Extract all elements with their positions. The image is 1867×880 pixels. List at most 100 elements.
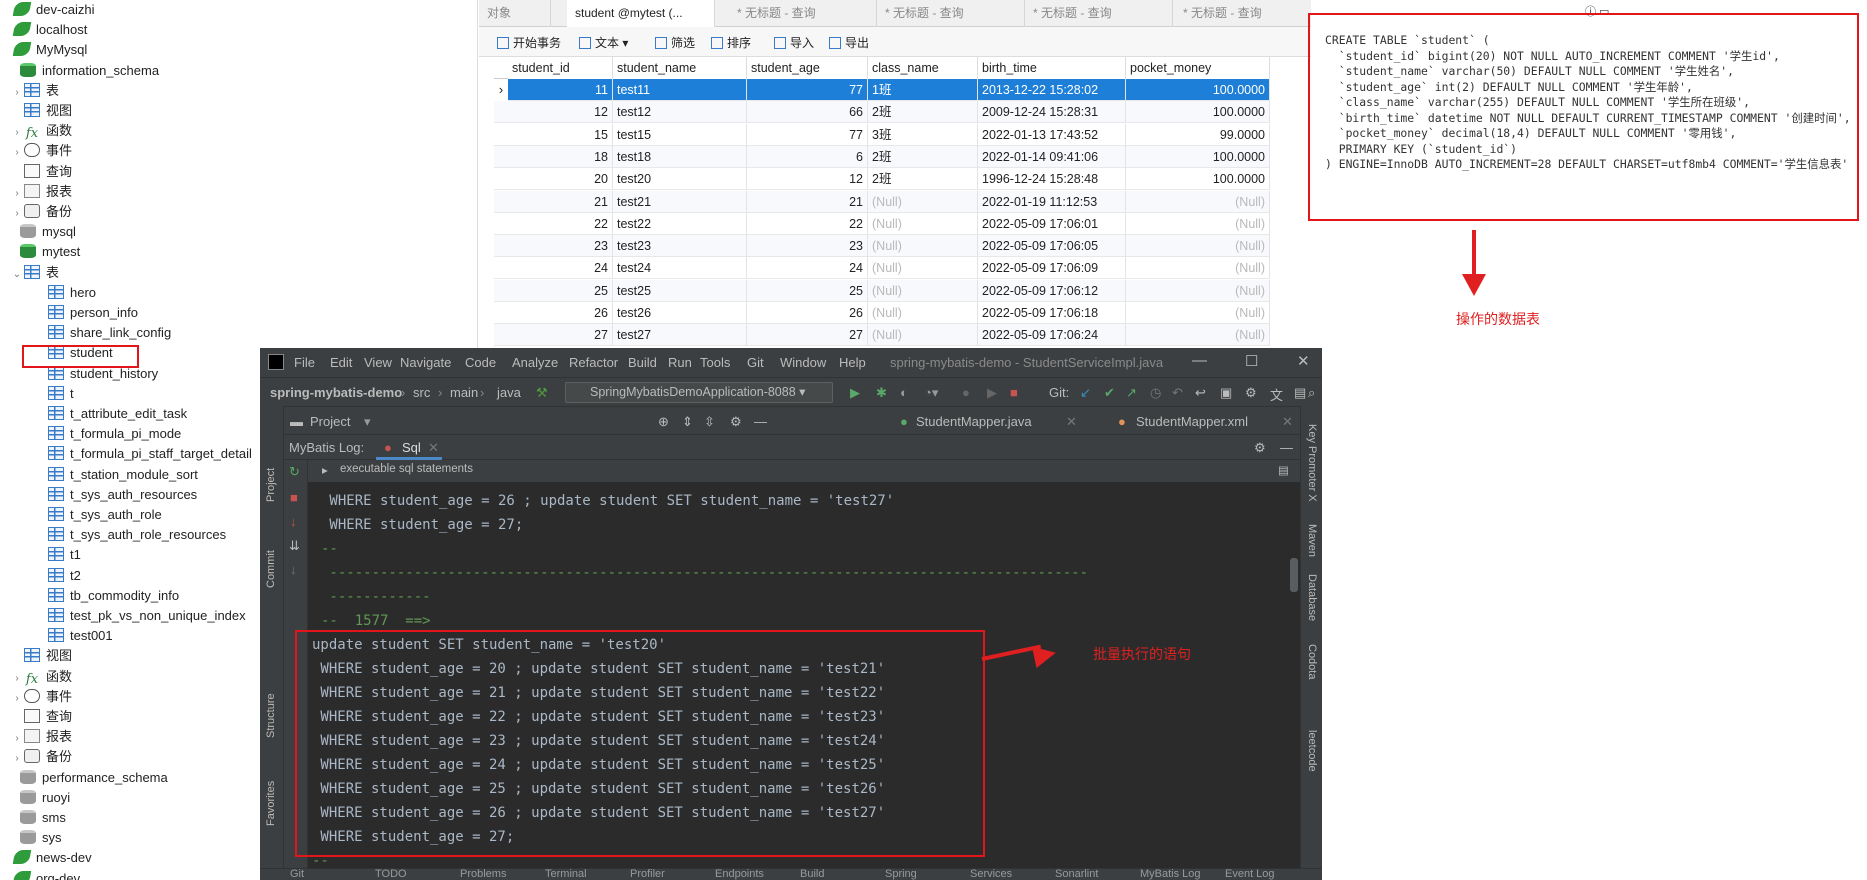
console-scrollbar[interactable] [1290, 558, 1298, 592]
arrow-down-icon[interactable]: ↓ [290, 514, 297, 529]
tree-item[interactable]: localhost [0, 20, 87, 40]
tree-item[interactable]: MyMysql [0, 40, 87, 60]
left-tool-project[interactable]: Project [265, 468, 277, 502]
menu-run[interactable]: Run [668, 355, 692, 370]
tab-0[interactable]: 对象 [479, 0, 551, 27]
table-cell[interactable]: test18 [613, 145, 747, 168]
table-row[interactable]: 18 test18 6 2班 2022-01-14 09:41:06 100.0000 [494, 145, 1270, 168]
table-cell[interactable]: 21 [508, 190, 613, 213]
table-cell[interactable]: 24 [747, 257, 868, 280]
tree-item[interactable]: ⌄ 表 [10, 263, 59, 283]
tree-item[interactable]: ruoyi [6, 788, 70, 808]
hide-icon[interactable]: — [754, 414, 767, 429]
tree-item[interactable]: t_sys_auth_role [34, 505, 162, 525]
chevron-icon[interactable]: › [10, 729, 24, 749]
minimize-button[interactable]: — [1192, 352, 1207, 369]
tree-item[interactable]: t_formula_pi_staff_target_detail [34, 444, 252, 464]
tree-item[interactable]: t_sys_auth_role_resources [34, 525, 226, 545]
table-cell[interactable]: 2013-12-22 15:28:02 [978, 79, 1126, 101]
collapse-all-icon[interactable]: ⇳ [704, 414, 715, 430]
table-cell[interactable]: 18 [508, 145, 613, 168]
tree-item[interactable]: › 事件 [10, 141, 72, 161]
breadcrumb-project[interactable]: spring-mybatis-demo [270, 385, 402, 400]
menu-build[interactable]: Build [628, 355, 657, 370]
close-tab-icon[interactable]: ✕ [1066, 414, 1077, 430]
table-cell[interactable]: (Null) [1126, 257, 1270, 280]
table-cell[interactable]: test27 [613, 324, 747, 347]
table-cell[interactable]: test12 [613, 101, 747, 124]
history-icon[interactable]: ◷ [1150, 385, 1161, 401]
table-cell[interactable]: 2班 [868, 145, 978, 168]
table-cell[interactable]: 12 [508, 101, 613, 124]
breadcrumb-main[interactable]: main [450, 385, 478, 400]
table-cell[interactable]: 77 [747, 123, 868, 146]
tree-item[interactable]: mysql [6, 222, 76, 242]
sql-tab[interactable]: Sql [402, 440, 421, 455]
table-cell[interactable]: test20 [613, 168, 747, 191]
project-dropdown[interactable]: Project [310, 414, 350, 429]
table-cell[interactable]: (Null) [868, 190, 978, 213]
maximize-button[interactable]: ☐ [1245, 352, 1258, 370]
chevron-icon[interactable]: ⌄ [10, 265, 24, 285]
tree-item[interactable]: › fx 函数 [10, 121, 72, 141]
run-icon[interactable]: ▶ [850, 385, 860, 401]
table-row[interactable]: 21 test21 21 (Null) 2022-01-19 11:12:53 (Null… [494, 190, 1270, 213]
resume-icon[interactable]: ▶ [987, 385, 997, 401]
menu-code[interactable]: Code [465, 355, 496, 370]
menu-help[interactable]: Help [839, 355, 866, 370]
column-header[interactable]: student_id [508, 57, 613, 79]
table-row[interactable]: 26 test26 26 (Null) 2022-05-09 17:06:18 (Null… [494, 302, 1270, 324]
table-row[interactable]: 24 test24 24 (Null) 2022-05-09 17:06:09 (Null… [494, 257, 1270, 280]
table-cell[interactable]: 22 [508, 212, 613, 235]
bottom-tab-7[interactable]: Spring [885, 868, 917, 880]
tree-item[interactable]: t2 [34, 566, 81, 586]
table-row[interactable]: 15 test15 77 3班 2022-01-13 17:43:52 99.0000 [494, 123, 1270, 146]
git-push-icon[interactable]: ↗ [1126, 385, 1137, 401]
tree-item[interactable]: test_pk_vs_non_unique_index [34, 606, 246, 626]
table-cell[interactable]: test23 [613, 235, 747, 258]
attach-icon[interactable]: ● [962, 385, 970, 400]
table-cell[interactable]: (Null) [1126, 235, 1270, 258]
menu-file[interactable]: File [294, 355, 315, 370]
layout-icon[interactable]: ▤ [1278, 463, 1289, 477]
git-commit-icon[interactable]: ✔ [1104, 385, 1115, 401]
table-cell[interactable]: 100.0000 [1126, 101, 1270, 124]
close-sql-tab-icon[interactable]: ✕ [428, 440, 439, 456]
column-header[interactable]: class_name [868, 57, 978, 79]
tree-item[interactable]: › fx 函数 [10, 667, 72, 687]
tree-item[interactable]: t_attribute_edit_task [34, 404, 187, 424]
table-cell[interactable]: 2009-12-24 15:28:31 [978, 101, 1126, 124]
menu-refactor[interactable]: Refactor [569, 355, 618, 370]
table-cell[interactable]: 12 [747, 168, 868, 191]
tab-5[interactable]: * 无标题 - 查询 [1175, 0, 1315, 27]
stop-icon[interactable]: ■ [1010, 385, 1018, 400]
menu-analyze[interactable]: Analyze [512, 355, 558, 370]
git-update-icon[interactable]: ↙ [1080, 385, 1091, 401]
tree-item[interactable]: sys [6, 828, 62, 848]
table-cell[interactable]: 100.0000 [1126, 79, 1270, 101]
column-header[interactable]: pocket_money [1126, 57, 1270, 79]
gear-icon[interactable]: ⚙ [730, 414, 742, 430]
rerun-icon[interactable]: ↻ [289, 464, 300, 480]
sort-button[interactable]: 排序 [711, 34, 751, 51]
tree-item[interactable]: tb_commodity_info [34, 586, 179, 606]
translate-icon[interactable]: 文 [1270, 385, 1283, 404]
table-cell[interactable]: 2022-05-09 17:06:24 [978, 324, 1126, 347]
bottom-tab-6[interactable]: Build [800, 868, 824, 880]
table-cell[interactable]: 26 [747, 302, 868, 324]
table-cell[interactable]: (Null) [1126, 302, 1270, 324]
bottom-tab-5[interactable]: Endpoints [715, 868, 764, 880]
table-cell[interactable]: 6 [747, 145, 868, 168]
table-row[interactable]: 12 test12 66 2班 2009-12-24 15:28:31 100.0000 [494, 101, 1270, 124]
search-settings-icon[interactable]: ⚙ [1245, 385, 1257, 401]
table-row[interactable]: 23 test23 23 (Null) 2022-05-09 17:06:05 (Null… [494, 235, 1270, 258]
table-cell[interactable]: 2022-05-09 17:06:01 [978, 212, 1126, 235]
filter-button[interactable]: 筛选 [655, 34, 695, 51]
table-cell[interactable]: 25 [747, 279, 868, 302]
tab-studentmapper-xml[interactable]: StudentMapper.xml [1136, 414, 1248, 429]
expand-icon[interactable]: ▸ [322, 463, 328, 477]
import-button[interactable]: 导入 [774, 34, 814, 51]
table-cell[interactable]: 2022-01-19 11:12:53 [978, 190, 1126, 213]
breadcrumb-src[interactable]: src [413, 385, 430, 400]
profile-icon[interactable]: ◔▾ [924, 385, 938, 401]
